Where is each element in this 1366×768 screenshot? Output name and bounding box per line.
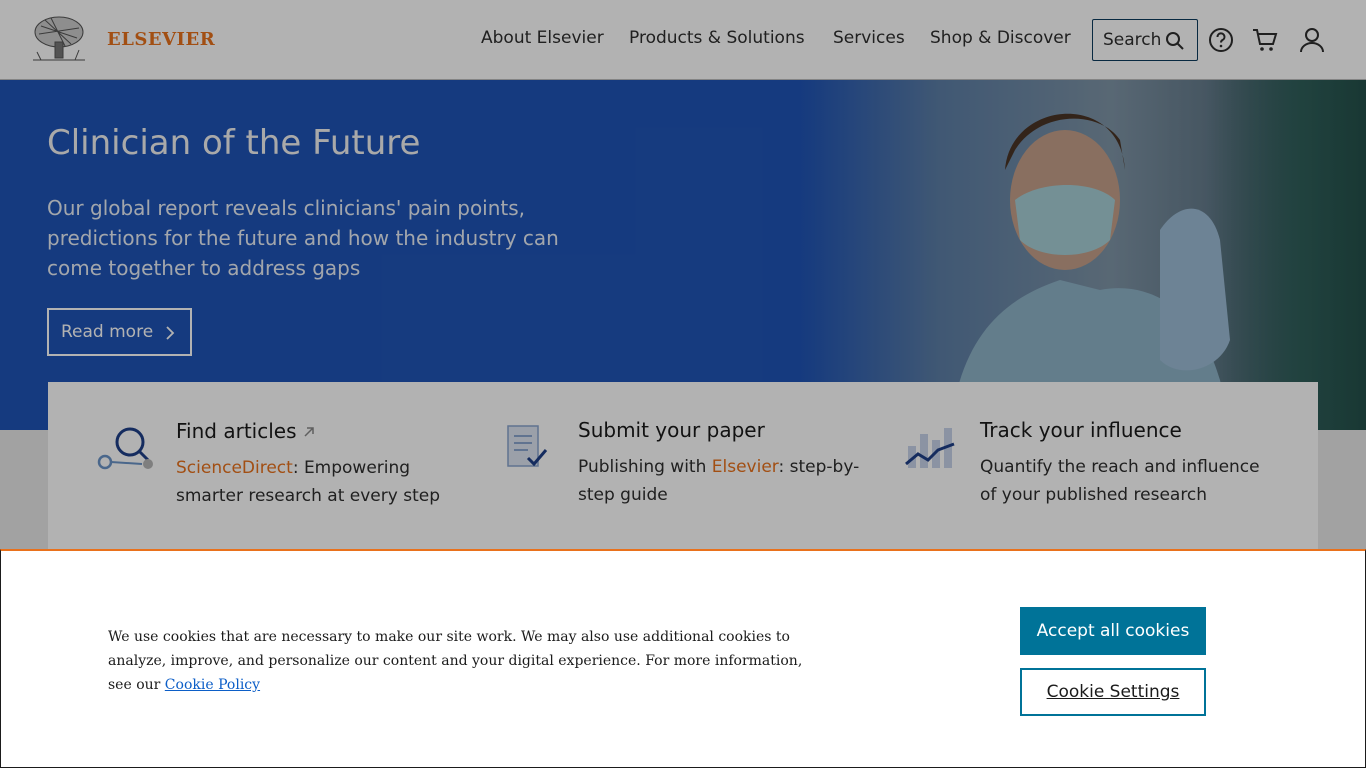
accept-all-cookies-button[interactable]: Accept all cookies	[1020, 607, 1206, 655]
cookie-policy-link[interactable]: Cookie Policy	[165, 677, 260, 693]
cookie-message: We use cookies that are necessary to mak…	[108, 625, 808, 697]
cookie-banner: We use cookies that are necessary to mak…	[0, 549, 1366, 768]
cookie-settings-button[interactable]: Cookie Settings	[1020, 668, 1206, 716]
